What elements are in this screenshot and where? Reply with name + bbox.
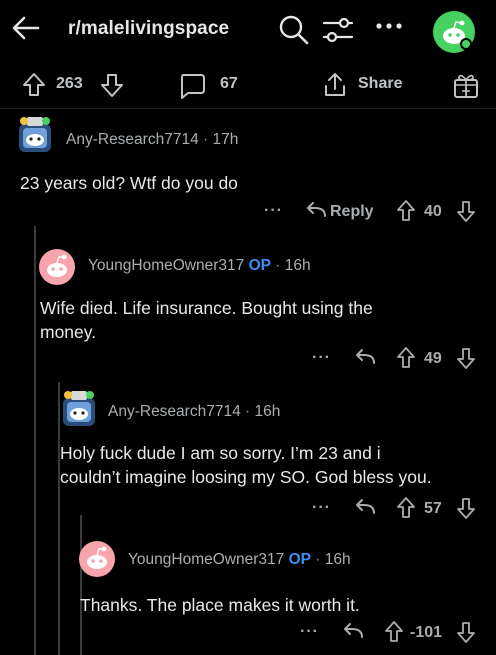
comment-time: 16h — [284, 257, 311, 274]
more-options-icon[interactable]: ··· — [312, 499, 331, 517]
comment-time: 16h — [324, 551, 351, 568]
comment-score: -101 — [410, 624, 443, 641]
upvote-arrow-icon[interactable] — [396, 199, 416, 223]
sort-filter-icon[interactable] — [322, 15, 354, 45]
comment-author[interactable]: Any-Research7714 — [66, 131, 199, 148]
downvote-arrow-icon[interactable] — [456, 620, 476, 644]
comment-time: 16h — [254, 403, 281, 420]
upvote-arrow-icon[interactable] — [384, 620, 404, 644]
comment-meta: Any-Research7714 · 16h — [108, 403, 280, 421]
comment-time: 17h — [212, 131, 239, 148]
share-label[interactable]: Share — [358, 75, 402, 93]
share-icon[interactable] — [322, 71, 348, 99]
more-options-icon[interactable]: ··· — [312, 349, 331, 367]
comment-meta: YoungHomeOwner317 OP · 16h — [128, 551, 351, 569]
reply-label[interactable]: Reply — [330, 203, 374, 221]
comment-avatar[interactable] — [58, 388, 100, 430]
user-avatar[interactable] — [432, 10, 476, 54]
reply-arrow-icon[interactable] — [342, 621, 364, 643]
downvote-arrow-icon[interactable] — [456, 346, 476, 370]
downvote-arrow-icon[interactable] — [456, 496, 476, 520]
reply-arrow-icon[interactable] — [305, 200, 327, 222]
comment-text: Thanks. The place makes it worth it. — [80, 595, 360, 615]
op-badge: OP — [288, 551, 311, 568]
post-vote-count: 263 — [56, 75, 83, 92]
upvote-arrow-icon[interactable] — [22, 72, 46, 98]
comment-text-line: Holy fuck dude I am so sorry. I’m 23 and… — [60, 443, 381, 463]
comment-bubble-icon[interactable] — [178, 72, 206, 100]
upvote-arrow-icon[interactable] — [396, 346, 416, 370]
comment-meta: YoungHomeOwner317 OP · 16h — [88, 257, 311, 275]
separator-dot: · — [245, 403, 251, 420]
back-arrow-icon[interactable] — [10, 14, 42, 42]
more-options-icon[interactable]: ··· — [264, 202, 283, 220]
post-comment-count: 67 — [220, 75, 238, 92]
comment-author[interactable]: YoungHomeOwner317 — [128, 551, 284, 568]
award-gift-icon[interactable] — [452, 70, 480, 100]
search-icon[interactable] — [278, 14, 310, 46]
divider — [0, 108, 496, 109]
comment-text: Holy fuck dude I am so sorry. I’m 23 and… — [60, 441, 432, 489]
more-options-icon[interactable] — [374, 20, 404, 32]
comment-text: 23 years old? Wtf do you do — [20, 173, 238, 193]
upvote-arrow-icon[interactable] — [396, 496, 416, 520]
comment-avatar[interactable] — [14, 114, 56, 156]
thread-line — [34, 226, 36, 655]
separator-dot: · — [315, 551, 321, 568]
comment-score: 49 — [424, 350, 442, 367]
reply-arrow-icon[interactable] — [354, 347, 376, 369]
post-action-bar: 263 67 Share — [0, 62, 496, 110]
more-options-icon[interactable]: ··· — [300, 623, 319, 641]
downvote-arrow-icon[interactable] — [100, 72, 124, 98]
comment-score: 40 — [424, 203, 442, 220]
comment-avatar[interactable] — [38, 248, 76, 286]
top-bar: r/malelivingspace — [0, 0, 496, 62]
comment-meta: Any-Research7714 · 17h — [66, 131, 238, 149]
comment-text-line: couldn’t imagine loosing my SO. God bles… — [60, 467, 432, 487]
reply-arrow-icon[interactable] — [354, 497, 376, 519]
thread-line — [80, 515, 82, 655]
comment-score: 57 — [424, 500, 442, 517]
comment-text-line: Wife died. Life insurance. Bought using … — [40, 298, 373, 318]
comment-text: Wife died. Life insurance. Bought using … — [40, 296, 373, 344]
comment-author[interactable]: Any-Research7714 — [108, 403, 241, 420]
separator-dot: · — [275, 257, 281, 274]
comment-text-line: money. — [40, 322, 97, 342]
downvote-arrow-icon[interactable] — [456, 199, 476, 223]
op-badge: OP — [248, 257, 271, 274]
comment-author[interactable]: YoungHomeOwner317 — [88, 257, 244, 274]
separator-dot: · — [203, 131, 209, 148]
subreddit-title[interactable]: r/malelivingspace — [68, 18, 229, 40]
comment-avatar[interactable] — [78, 540, 116, 578]
